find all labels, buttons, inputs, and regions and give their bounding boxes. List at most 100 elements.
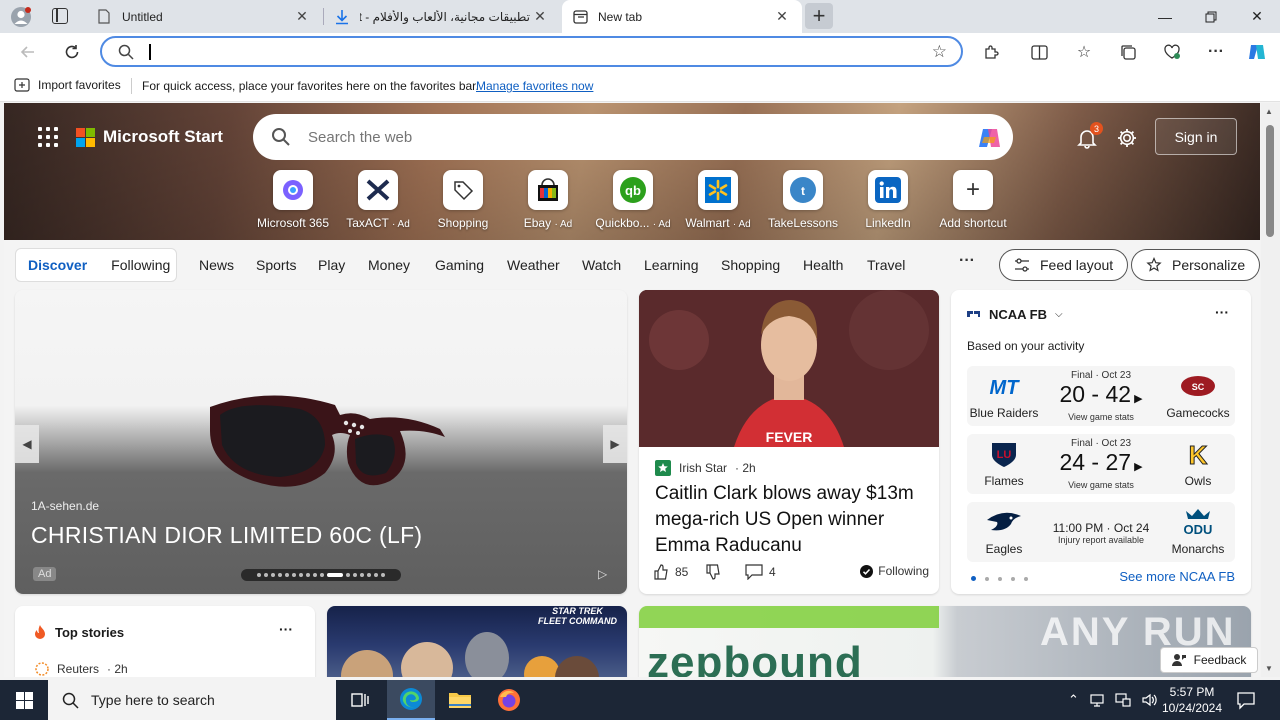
page-scrollbar[interactable]: ▲ ▼ — [1261, 103, 1280, 677]
story-source[interactable]: Reuters · 2h — [35, 662, 128, 676]
team-home[interactable]: MT Blue Raiders — [969, 370, 1039, 420]
shortcut-walmart[interactable]: Walmart · Ad — [676, 170, 760, 230]
favorite-star-icon[interactable]: ☆ — [932, 42, 947, 62]
feed-layout-button[interactable]: Feed layout — [999, 249, 1129, 281]
tab-discover[interactable]: Discover — [28, 257, 87, 273]
following-button[interactable]: Following — [860, 564, 929, 578]
game-row[interactable]: Eagles 11:00 PM · Oct 24 Injury report a… — [967, 502, 1235, 562]
scroll-up-arrow-icon[interactable]: ▲ — [1265, 107, 1273, 116]
web-search-box[interactable] — [253, 114, 1013, 160]
taskbar-file-explorer[interactable] — [436, 680, 484, 720]
sign-in-button[interactable]: Sign in — [1155, 118, 1237, 155]
team-away[interactable]: ODU Monarchs — [1163, 506, 1233, 556]
game-row[interactable]: MT Blue Raiders Final · Oct 23 20 - 42 ▶… — [967, 366, 1235, 426]
nav-health[interactable]: Health — [803, 257, 843, 273]
shortcut-linkedin[interactable]: LinkedIn — [846, 170, 930, 230]
tab-new-tab[interactable]: New tab ✕ — [562, 0, 802, 33]
tab-untitled[interactable]: Untitled ✕ — [86, 0, 322, 33]
close-tab-icon[interactable]: ✕ — [530, 8, 550, 25]
scroll-down-arrow-icon[interactable]: ▼ — [1265, 664, 1273, 673]
tab-following[interactable]: Following — [111, 257, 170, 273]
wired-network-icon[interactable] — [1115, 692, 1131, 708]
injury-report-link[interactable]: Injury report available — [1041, 535, 1161, 545]
collections-icon[interactable] — [1116, 40, 1140, 64]
shortcut-quickbooks[interactable]: qb Quickbo... · Ad — [591, 170, 675, 230]
carousel-next-button[interactable]: ▶ — [603, 425, 627, 463]
ad-source[interactable]: 1A-sehen.de — [31, 499, 99, 513]
nav-travel[interactable]: Travel — [867, 257, 905, 273]
team-home[interactable]: Eagles — [969, 506, 1039, 556]
nav-news[interactable]: News — [199, 257, 234, 273]
taskbar-firefox[interactable] — [485, 680, 533, 720]
news-article-card[interactable]: FEVER Irish Star · 2h Caitlin Clark blow… — [639, 290, 939, 594]
game-row[interactable]: LU Flames Final · Oct 23 24 - 27 ▶ View … — [967, 434, 1235, 494]
tab-download[interactable]: تطبيقات مجانية، الألعاب والأفلام - it ✕ — [324, 0, 560, 33]
taskbar-edge-app[interactable] — [387, 680, 435, 720]
address-input[interactable] — [154, 41, 894, 63]
nav-sports[interactable]: Sports — [256, 257, 296, 273]
scroll-thumb[interactable] — [1266, 125, 1274, 237]
team-home[interactable]: LU Flames — [969, 438, 1039, 488]
shortcut-microsoft-365[interactable]: Microsoft 365 — [251, 170, 335, 230]
card-more-icon[interactable]: ··· — [1215, 304, 1229, 320]
taskbar-clock[interactable]: 5:57 PM 10/24/2024 — [1160, 684, 1224, 716]
nav-weather[interactable]: Weather — [507, 257, 560, 273]
network-device-icon[interactable] — [1089, 692, 1105, 708]
notification-center-icon[interactable] — [1236, 690, 1256, 710]
game-score[interactable]: 11:00 PM · Oct 24 Injury report availabl… — [1041, 506, 1161, 545]
article-source[interactable]: Irish Star · 2h — [655, 460, 756, 476]
apps-launcher-icon[interactable] — [38, 127, 58, 147]
dislike-button[interactable] — [705, 564, 721, 583]
close-tab-icon[interactable]: ✕ — [772, 8, 792, 25]
import-favorites-button[interactable]: Import favorites — [14, 78, 121, 92]
carousel-pagination[interactable] — [241, 569, 401, 581]
manage-favorites-link[interactable]: Manage favorites now — [476, 79, 593, 93]
new-tab-button[interactable]: + — [805, 3, 833, 29]
feedback-button[interactable]: Feedback — [1160, 647, 1258, 673]
refresh-icon[interactable] — [60, 40, 84, 64]
team-away[interactable]: K Owls — [1163, 438, 1233, 488]
like-button[interactable]: 85 — [653, 564, 688, 580]
team-away[interactable]: SC Gamecocks — [1163, 370, 1233, 420]
shortcut-ebay[interactable]: Ebay · Ad — [506, 170, 590, 230]
nav-watch[interactable]: Watch — [582, 257, 621, 273]
extensions-icon[interactable] — [979, 40, 1003, 64]
restore-button[interactable] — [1188, 0, 1234, 33]
nav-more-icon[interactable]: ··· — [959, 252, 975, 270]
adchoices-icon[interactable]: ▷ — [598, 567, 607, 581]
close-tab-icon[interactable]: ✕ — [292, 8, 312, 25]
carousel-prev-button[interactable]: ◀ — [15, 425, 39, 463]
ad-title[interactable]: CHRISTIAN DIOR LIMITED 60C (LF) — [31, 522, 422, 549]
copilot-icon[interactable] — [975, 123, 1005, 153]
profile-icon[interactable] — [10, 6, 32, 28]
task-view-button[interactable] — [336, 680, 384, 720]
copilot-icon[interactable] — [1245, 40, 1269, 64]
game-promo-card[interactable]: STAR TREK FLEET COMMAND — [327, 606, 627, 677]
game-score[interactable]: Final · Oct 23 24 - 27 ▶ View game stats — [1041, 438, 1161, 490]
nav-shopping[interactable]: Shopping — [721, 257, 780, 273]
nav-play[interactable]: Play — [318, 257, 345, 273]
chevron-up-icon[interactable]: ⌃ — [1068, 692, 1079, 708]
see-more-ncaa-link[interactable]: See more NCAA FB — [1119, 569, 1235, 584]
nav-money[interactable]: Money — [368, 257, 410, 273]
shortcut-takelessons[interactable]: t TakeLessons — [761, 170, 845, 230]
game-stats-link[interactable]: View game stats — [1041, 412, 1161, 422]
brand-name[interactable]: Microsoft Start — [103, 127, 223, 147]
favorites-icon[interactable]: ☆ — [1072, 40, 1096, 64]
top-stories-header[interactable]: Top stories — [33, 624, 124, 640]
more-menu-icon[interactable]: ··· — [1204, 40, 1228, 64]
game-score[interactable]: Final · Oct 23 20 - 42 ▶ View game stats — [1041, 370, 1161, 422]
article-title[interactable]: Caitlin Clark blows away $13m mega-rich … — [655, 481, 927, 559]
volume-icon[interactable] — [1141, 692, 1157, 708]
card-more-icon[interactable]: ··· — [279, 621, 293, 637]
settings-gear-icon[interactable] — [1116, 127, 1138, 149]
address-bar[interactable]: ☆ — [100, 36, 963, 67]
nav-learning[interactable]: Learning — [644, 257, 699, 273]
split-screen-icon[interactable] — [1027, 40, 1051, 64]
comments-button[interactable]: 4 — [745, 564, 776, 580]
start-button[interactable] — [0, 680, 48, 720]
back-icon[interactable] — [16, 40, 40, 64]
minimize-button[interactable]: — — [1142, 0, 1188, 33]
personalize-button[interactable]: Personalize — [1131, 249, 1260, 281]
taskbar-search-box[interactable]: Type here to search — [48, 680, 336, 720]
